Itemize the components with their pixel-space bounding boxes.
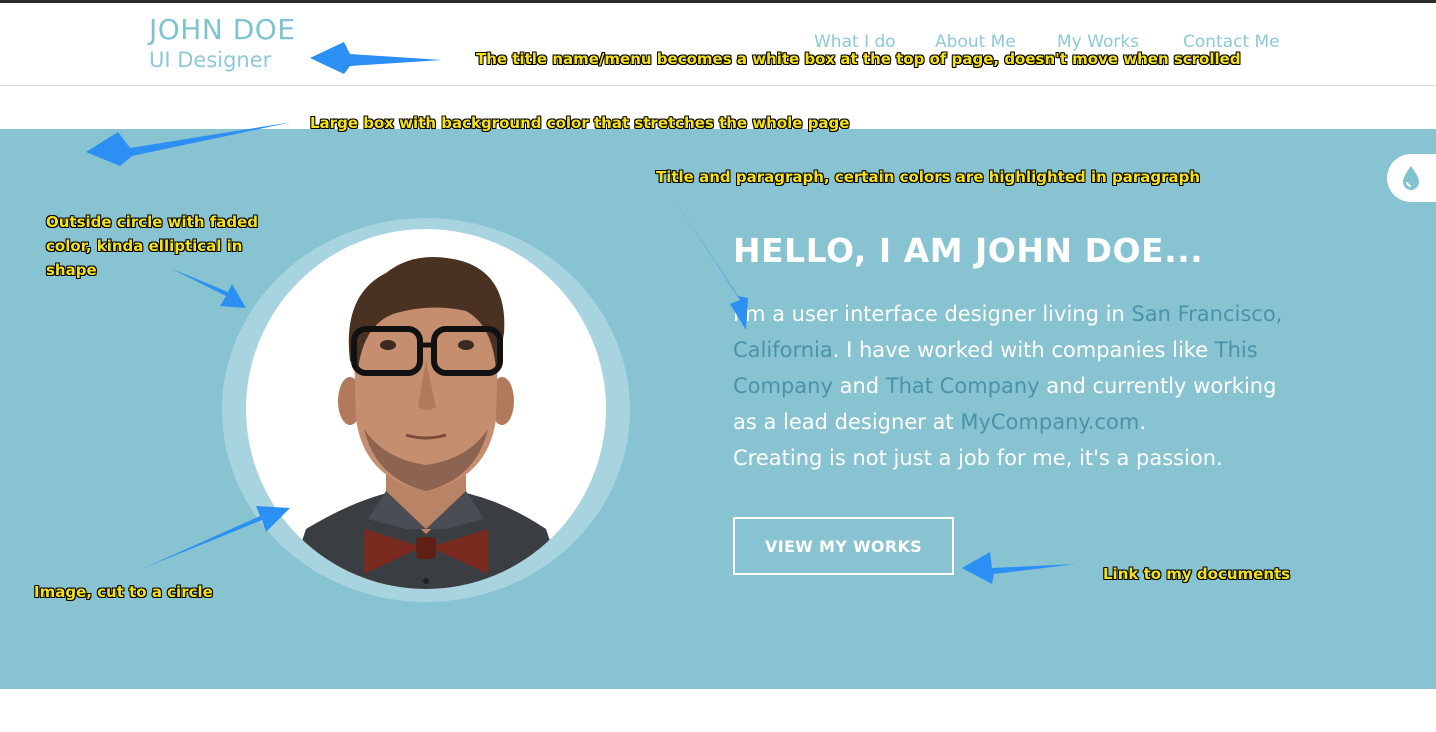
annotation-link: Link to my documents [1103, 565, 1291, 583]
paragraph-text: I'm a user interface designer living in [733, 302, 1132, 326]
paragraph-text: and [832, 374, 886, 398]
annotation-outer-circle: Outside circle with faded color, kinda e… [46, 213, 259, 279]
annotation-hero-box: Large box with background color that str… [310, 114, 850, 132]
highlight-current-company: MyCompany.com [960, 410, 1140, 434]
nav-item-my-works[interactable]: My Works [1057, 32, 1139, 52]
page: JOHN DOE UI Designer What I do About Me … [0, 0, 1436, 732]
profile-photo [246, 229, 606, 589]
annotation-title: Title and paragraph, certain colors are … [656, 168, 1201, 186]
water-drop-icon [1403, 166, 1419, 190]
paragraph-text: Creating is not just a job for me, it's … [733, 446, 1223, 470]
portrait-illustration [286, 257, 566, 589]
view-my-works-button[interactable]: VIEW MY WORKS [733, 517, 954, 575]
nav-item-contact-me[interactable]: Contact Me [1183, 32, 1280, 52]
paragraph-text: . I have worked with companies like [832, 338, 1215, 362]
highlight-company-2: That Company [885, 374, 1040, 398]
paragraph-text: . [1139, 410, 1147, 434]
hero-title: HELLO, I AM JOHN DOE... [733, 231, 1204, 270]
site-header: JOHN DOE UI Designer What I do About Me … [0, 3, 1436, 86]
style-switcher-tab[interactable] [1387, 154, 1436, 202]
annotation-header: The title name/menu becomes a white box … [476, 50, 1241, 68]
nav-item-what-i-do[interactable]: What I do [814, 32, 896, 52]
nav-item-about-me[interactable]: About Me [935, 32, 1016, 52]
hero-paragraph: I'm a user interface designer living in … [733, 296, 1293, 476]
annotation-image: Image, cut to a circle [34, 583, 213, 601]
